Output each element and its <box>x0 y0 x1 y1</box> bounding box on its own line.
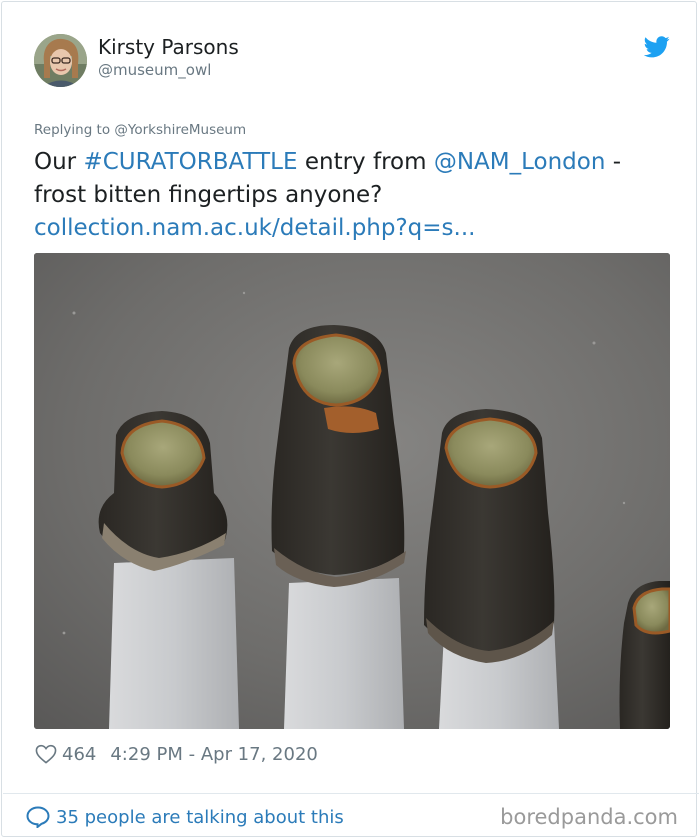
watermark: boredpanda.com <box>500 805 678 829</box>
speech-bubble-icon <box>26 806 50 828</box>
talking-count-text[interactable]: 35 people are talking about this <box>56 807 344 828</box>
url-link[interactable]: collection.nam.ac.uk/detail.php?q=s... <box>34 215 475 241</box>
author-handle[interactable]: @museum_owl <box>98 61 211 79</box>
tweet-text: Our #CURATORBATTLE entry from @NAM_Londo… <box>34 146 664 245</box>
tweet-meta: 464 4:29 PM - Apr 17, 2020 <box>35 741 318 767</box>
tweet-card: Kirsty Parsons @museum_owl Replying to @… <box>1 1 699 837</box>
like-count[interactable]: 464 <box>62 744 96 765</box>
hashtag-link[interactable]: #CURATORBATTLE <box>83 149 297 175</box>
avatar-image <box>34 34 87 87</box>
tweet-photo[interactable] <box>34 253 670 729</box>
tweet-text-middle: entry from <box>297 149 434 175</box>
avatar[interactable] <box>34 34 87 87</box>
replying-to[interactable]: Replying to @YorkshireMuseum <box>34 122 246 138</box>
frostbitten-fingertips-photo <box>34 253 670 729</box>
author-name[interactable]: Kirsty Parsons <box>98 35 239 59</box>
heart-icon[interactable] <box>35 744 57 764</box>
divider <box>3 793 699 794</box>
mention-link[interactable]: @NAM_London <box>434 149 606 175</box>
tweet-text-start: Our <box>34 149 84 175</box>
conversation-link[interactable]: 35 people are talking about this <box>26 804 344 830</box>
timestamp[interactable]: 4:29 PM - Apr 17, 2020 <box>110 744 317 765</box>
twitter-bird-icon[interactable] <box>644 36 670 58</box>
